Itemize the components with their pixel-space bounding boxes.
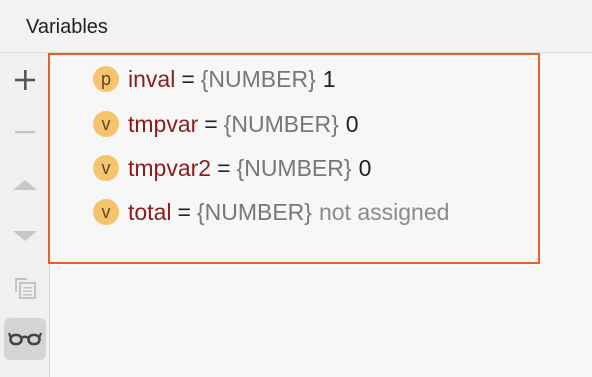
variable-value: not assigned — [318, 198, 450, 225]
minus-icon — [15, 131, 35, 134]
variable-badge-icon: v — [93, 199, 119, 225]
variable-type: {NUMBER} — [200, 65, 316, 92]
panel-title: Variables — [26, 16, 108, 38]
variable-row-inval[interactable]: p inval = {NUMBER} 1 — [93, 64, 336, 94]
variable-badge-icon: v — [93, 111, 119, 137]
watches-button[interactable] — [4, 318, 46, 360]
equals-sign: = — [204, 110, 218, 137]
copy-icon — [15, 278, 36, 299]
variable-row-tmpvar2[interactable]: v tmpvar2 = {NUMBER} 0 — [93, 153, 371, 183]
add-button[interactable] — [4, 59, 46, 101]
parameter-badge-icon: p — [93, 66, 119, 92]
variable-name: total — [128, 198, 172, 225]
variable-type: {NUMBER} — [236, 154, 352, 181]
variable-value: 0 — [358, 154, 372, 181]
equals-sign: = — [217, 154, 231, 181]
variable-type: {NUMBER} — [196, 198, 312, 225]
variable-row-total[interactable]: v total = {NUMBER} not assigned — [93, 197, 449, 227]
copy-button[interactable] — [4, 267, 46, 309]
move-down-button[interactable] — [4, 215, 46, 257]
variable-name: tmpvar2 — [128, 154, 212, 181]
glasses-icon — [8, 332, 42, 346]
variable-value: 0 — [345, 110, 359, 137]
variable-badge-icon: v — [93, 155, 119, 181]
move-up-button[interactable] — [4, 164, 46, 206]
variables-toolbar — [0, 53, 50, 377]
arrow-down-icon — [13, 231, 37, 241]
arrow-up-icon — [13, 180, 37, 190]
variable-value: 1 — [322, 65, 336, 92]
variable-row-tmpvar[interactable]: v tmpvar = {NUMBER} 0 — [93, 109, 359, 139]
variables-header: Variables — [0, 0, 592, 53]
equals-sign: = — [177, 198, 191, 225]
remove-button[interactable] — [4, 111, 46, 153]
variable-type: {NUMBER} — [223, 110, 339, 137]
equals-sign: = — [181, 65, 195, 92]
variable-name: inval — [128, 65, 176, 92]
plus-icon — [15, 70, 35, 90]
variable-name: tmpvar — [128, 110, 199, 137]
